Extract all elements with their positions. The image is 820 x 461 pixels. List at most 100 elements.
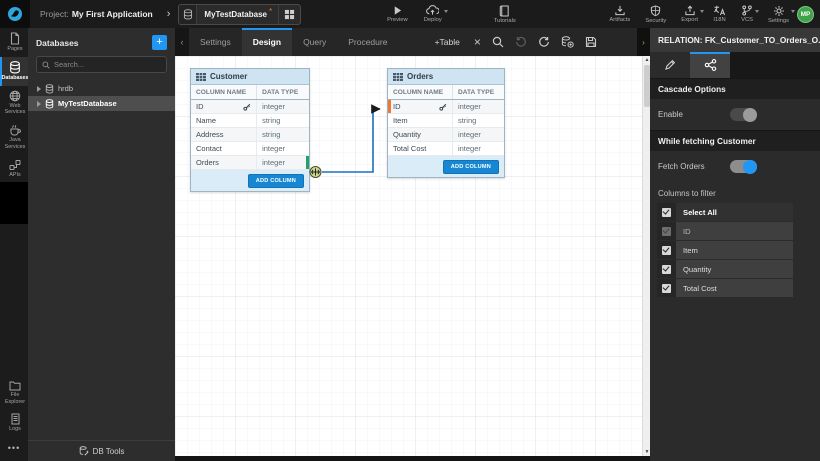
- scroll-up-icon[interactable]: ▲: [643, 57, 650, 63]
- canvas-vertical-scrollbar[interactable]: ▲ ▼: [642, 56, 650, 456]
- expand-right-panel-button[interactable]: ›: [637, 28, 650, 56]
- orders-column-headers: COLUMN NAME DATA TYPE: [388, 85, 504, 100]
- tree-item-mytestdatabase[interactable]: MyTestDatabase: [28, 96, 175, 111]
- filter-row-select-all[interactable]: Select All: [657, 203, 793, 221]
- filter-row-totalcost[interactable]: Total Cost: [657, 279, 793, 297]
- rail-item-pages[interactable]: Pages: [0, 28, 28, 57]
- deploy-caret-icon: [444, 10, 448, 13]
- customer-table-header[interactable]: Customer: [191, 69, 309, 85]
- entity-table-customer[interactable]: Customer COLUMN NAME DATA TYPE ID intege…: [190, 68, 310, 192]
- scroll-down-icon[interactable]: ▼: [643, 449, 650, 455]
- orders-table-footer: ADD COLUMN: [388, 156, 504, 177]
- orders-row-item[interactable]: Item string: [388, 114, 504, 128]
- db-tools-button[interactable]: DB Tools: [28, 440, 175, 461]
- customer-row-id[interactable]: ID integer: [191, 100, 309, 114]
- breadcrumb-chevron-icon[interactable]: ›: [167, 8, 171, 20]
- tab-relations[interactable]: [690, 52, 730, 78]
- deploy-button[interactable]: Deploy: [424, 0, 442, 28]
- project-label: Project:: [40, 9, 69, 19]
- table-icon: [196, 73, 206, 81]
- rail-item-apis[interactable]: APIs: [0, 155, 28, 183]
- rail-spacer-block: [0, 182, 28, 224]
- canvas-bottom-edge: [175, 456, 650, 461]
- tab-procedure[interactable]: Procedure: [337, 28, 398, 56]
- tab-design[interactable]: Design: [242, 28, 292, 56]
- rail-item-logs[interactable]: Logs: [0, 409, 28, 437]
- i18n-button[interactable]: I18N: [713, 0, 726, 28]
- filter-row-quantity[interactable]: Quantity: [657, 260, 793, 278]
- delete-icon[interactable]: ×: [474, 36, 481, 48]
- preview-button[interactable]: Preview: [387, 0, 408, 28]
- primary-key-icon: [439, 103, 447, 111]
- enable-toggle[interactable]: [730, 108, 757, 121]
- save-icon[interactable]: [585, 36, 597, 48]
- tutorials-button[interactable]: Tutorials: [494, 0, 516, 28]
- pencil-icon: [664, 59, 676, 71]
- rail-item-databases[interactable]: Databases: [0, 57, 28, 86]
- tab-query[interactable]: Query: [292, 28, 337, 56]
- customer-add-column-button[interactable]: ADD COLUMN: [248, 174, 304, 188]
- collapse-panel-button[interactable]: ‹: [175, 28, 189, 56]
- security-button[interactable]: Security: [645, 0, 666, 28]
- database-search-box[interactable]: [36, 56, 167, 73]
- project-breadcrumb[interactable]: Project:My First Application: [40, 9, 153, 19]
- primary-key-icon: [243, 103, 251, 111]
- fetch-orders-toggle[interactable]: [730, 160, 757, 173]
- tab-edit-column[interactable]: [650, 52, 690, 78]
- database-search-input[interactable]: [54, 60, 161, 69]
- quantity-checkbox[interactable]: [662, 265, 671, 274]
- relation-drag-handle[interactable]: [310, 167, 321, 178]
- user-avatar[interactable]: MP: [797, 6, 814, 23]
- filter-row-id[interactable]: ID: [657, 222, 793, 240]
- api-connector-icon: [9, 159, 21, 171]
- update-database-icon[interactable]: [561, 36, 574, 48]
- customer-row-address[interactable]: Address string: [191, 128, 309, 142]
- rail-item-file-explorer[interactable]: File Explorer: [0, 376, 28, 410]
- design-area: ‹ Settings Design Query Procedure +Table…: [175, 28, 650, 461]
- tab-mytestdatabase[interactable]: MyTestDatabase *: [178, 4, 301, 25]
- orders-add-column-button[interactable]: ADD COLUMN: [443, 160, 499, 174]
- rail-bottom-group: File Explorer Logs •••: [0, 376, 28, 461]
- customer-row-orders[interactable]: Orders integer: [191, 156, 309, 170]
- orders-table-header[interactable]: Orders: [388, 69, 504, 85]
- db-design-canvas[interactable]: Customer COLUMN NAME DATA TYPE ID intege…: [175, 56, 650, 461]
- undo-icon[interactable]: [515, 36, 527, 48]
- tab-settings[interactable]: Settings: [189, 28, 242, 56]
- expand-caret-icon[interactable]: [37, 101, 41, 107]
- canvas-toolbar: ‹ Settings Design Query Procedure +Table…: [175, 28, 650, 56]
- top-bar: Project:My First Application › MyTestDat…: [0, 0, 820, 28]
- artifacts-button[interactable]: Artifacts: [609, 0, 630, 28]
- add-database-button[interactable]: +: [152, 35, 167, 50]
- database-icon: [9, 61, 21, 74]
- apps-grid-icon[interactable]: [278, 5, 300, 24]
- zoom-search-icon[interactable]: [492, 36, 504, 48]
- redo-icon[interactable]: [538, 36, 550, 48]
- customer-row-name[interactable]: Name string: [191, 114, 309, 128]
- orders-row-totalcost[interactable]: Total Cost integer: [388, 142, 504, 156]
- select-all-checkbox[interactable]: [662, 208, 671, 217]
- entity-table-orders[interactable]: Orders COLUMN NAME DATA TYPE ID integer …: [387, 68, 505, 178]
- wavemaker-logo-icon[interactable]: [0, 0, 30, 28]
- export-button[interactable]: Export: [681, 0, 698, 28]
- rail-item-java-services[interactable]: Java Services: [0, 120, 28, 155]
- scrollbar-thumb[interactable]: [644, 65, 650, 107]
- item-checkbox[interactable]: [662, 246, 671, 255]
- tree-item-hrdb[interactable]: hrdb: [28, 81, 175, 96]
- totalcost-checkbox[interactable]: [662, 284, 671, 293]
- db-tools-icon: [79, 446, 89, 456]
- vcs-button[interactable]: VCS: [741, 0, 753, 28]
- rail-item-web-services[interactable]: Web Services: [0, 86, 28, 121]
- settings-button[interactable]: Settings: [768, 0, 789, 28]
- add-table-button[interactable]: +Table: [431, 37, 464, 47]
- expand-caret-icon[interactable]: [37, 86, 41, 92]
- orders-row-quantity[interactable]: Quantity integer: [388, 128, 504, 142]
- relations-icon: [704, 59, 717, 71]
- columns-filter-list: Select All ID Item Quantity Total Cost: [657, 203, 793, 298]
- filter-row-item[interactable]: Item: [657, 241, 793, 259]
- project-name: My First Application: [72, 9, 153, 19]
- databases-panel-title: Databases: [36, 38, 79, 48]
- rail-more-button[interactable]: •••: [0, 437, 28, 461]
- customer-row-contact[interactable]: Contact integer: [191, 142, 309, 156]
- relation-line[interactable]: [322, 109, 380, 172]
- orders-row-id[interactable]: ID integer: [388, 100, 504, 114]
